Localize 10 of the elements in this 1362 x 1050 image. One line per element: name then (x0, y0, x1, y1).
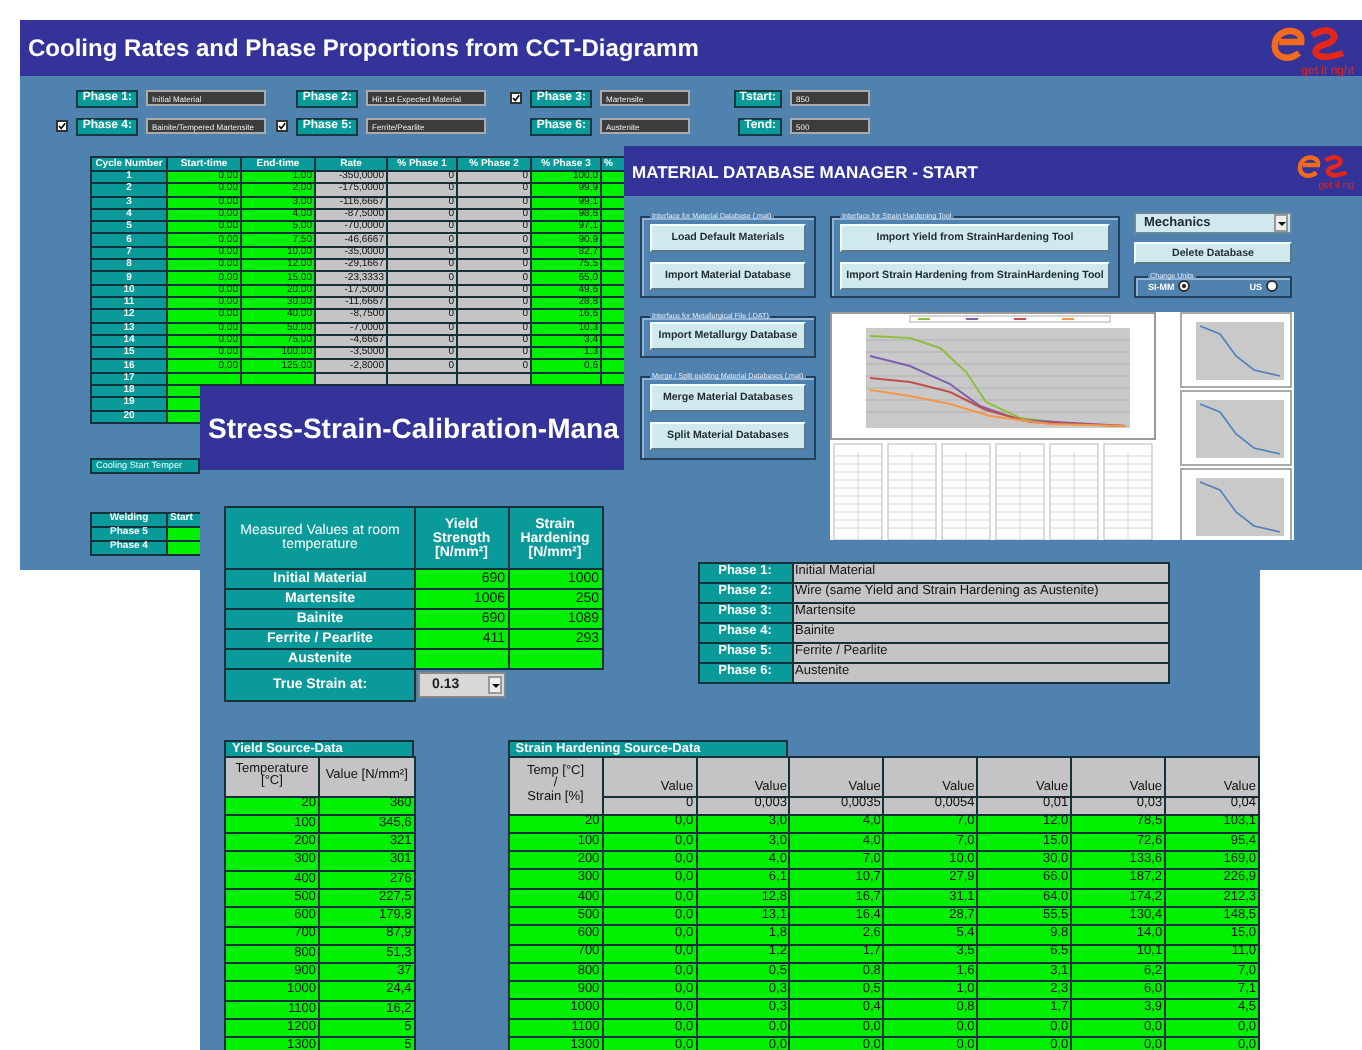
radio-button[interactable] (1178, 280, 1191, 292)
window-title: MATERIAL DATABASE MANAGER - START (632, 161, 978, 181)
checkbox[interactable] (56, 120, 69, 132)
radio-button[interactable] (1266, 280, 1278, 292)
checkbox[interactable] (276, 120, 289, 132)
dropdown-arrow-icon (1277, 221, 1285, 225)
checkbox[interactable] (510, 92, 523, 104)
window-title: Cooling Rates and Phase Proportions from CCT-Diagramm (28, 34, 699, 62)
dropdown-arrow-icon (491, 683, 499, 687)
window-title: Stress-Strain-Calibration-Mana (208, 412, 619, 444)
